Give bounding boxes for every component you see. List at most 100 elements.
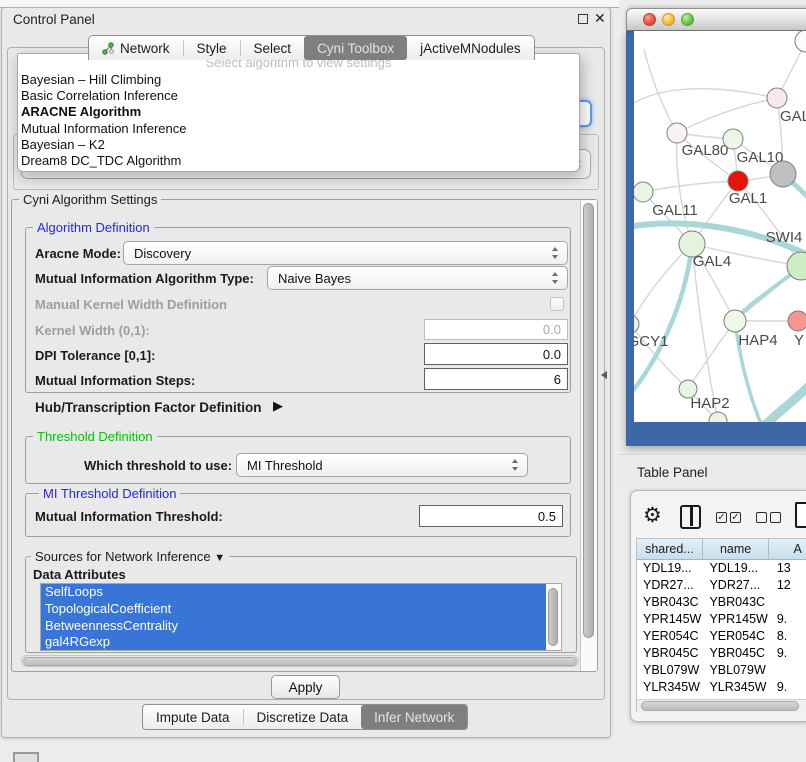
settings-hscrollbar-track[interactable] xyxy=(21,655,579,667)
data-attributes-list[interactable]: SelfLoops TopologicalCoefficient Between… xyxy=(40,583,562,651)
hub-expand-icon[interactable]: ▶ xyxy=(273,398,283,414)
network-node-GAL10[interactable] xyxy=(723,129,743,149)
table-column-header[interactable]: name xyxy=(703,539,770,560)
settings-hscrollbar-thumb[interactable] xyxy=(23,657,577,666)
dropdown-item[interactable]: Dream8 DC_TDC Algorithm xyxy=(18,153,579,169)
mi-steps-field[interactable]: 6 xyxy=(424,368,568,390)
table-cell: YPR145W xyxy=(637,611,703,628)
attribute-item[interactable]: BetweennessCentrality xyxy=(41,618,546,635)
network-node-label: HAP4 xyxy=(738,332,777,349)
network-node-HAP4[interactable] xyxy=(724,310,746,332)
apply-button[interactable]: Apply xyxy=(271,675,340,699)
table-cell: YLR345W xyxy=(637,679,703,696)
network-edge[interactable] xyxy=(688,321,735,389)
select-all-checked-icon[interactable]: ✓ xyxy=(716,512,727,523)
network-node-GAL80[interactable] xyxy=(667,123,687,143)
table-cell: 13 xyxy=(771,560,806,577)
table-row[interactable]: YBR045CYBR045C9. xyxy=(637,645,806,662)
zoom-traffic-light-icon[interactable] xyxy=(681,13,694,26)
deselect-all-icon[interactable] xyxy=(756,512,767,523)
tab-style[interactable]: Style xyxy=(184,36,240,60)
attribute-item[interactable]: SelfLoops xyxy=(41,584,546,601)
dropdown-item[interactable]: Basic Correlation Inference xyxy=(18,88,579,104)
sources-collapse-icon[interactable]: ▼ xyxy=(214,552,225,564)
network-node-Y[interactable] xyxy=(788,311,806,331)
table-row[interactable]: YBL079WYBL079W xyxy=(637,662,806,679)
threshold-definition-title: Threshold Definition xyxy=(33,429,157,444)
table-hscrollbar-thumb[interactable] xyxy=(641,701,799,711)
kernel-width-field[interactable]: 0.0 xyxy=(424,319,568,340)
minimize-traffic-light-icon[interactable] xyxy=(662,13,675,26)
tab-cyni-toolbox[interactable]: Cyni Toolbox xyxy=(304,36,407,60)
network-node-GAL[interactable] xyxy=(767,88,787,108)
aracne-mode-combo[interactable]: Discovery xyxy=(123,241,568,265)
document-icon[interactable] xyxy=(795,502,806,528)
table-row[interactable]: YDR27...YDR27...12 xyxy=(637,577,806,594)
table-hscrollbar-track[interactable] xyxy=(637,699,806,713)
hub-section-label[interactable]: Hub/Transcription Factor Definition xyxy=(35,400,262,415)
mi-threshold-field[interactable]: 0.5 xyxy=(419,505,563,527)
tab-network[interactable]: Network xyxy=(89,36,183,60)
network-node-GAL11[interactable] xyxy=(634,182,653,202)
deselect-all-icon[interactable] xyxy=(770,512,781,523)
network-edge[interactable] xyxy=(730,383,806,422)
network-graph[interactable]: GALGAL80GAL10GAL1GAL11GAL4SWI4GCY1HAP4YH… xyxy=(634,31,806,422)
dropdown-item[interactable]: Mutual Information Inference xyxy=(18,121,579,137)
table-cell xyxy=(771,594,806,611)
table-row[interactable]: YER054CYER054C8. xyxy=(637,628,806,645)
table-row[interactable]: YPR145WYPR145W9. xyxy=(637,611,806,628)
tab-discretize-data[interactable]: Discretize Data xyxy=(244,705,362,729)
data-attributes-label: Data Attributes xyxy=(33,567,126,582)
network-node-label: HAP2 xyxy=(690,395,729,412)
tab-select[interactable]: Select xyxy=(241,36,305,60)
gear-icon[interactable]: ⚙ xyxy=(643,503,662,528)
attribute-item[interactable]: TopologicalCoefficient xyxy=(41,601,546,618)
close-icon[interactable]: ✕ xyxy=(594,10,606,27)
attributes-scrollbar-thumb[interactable] xyxy=(548,588,558,646)
table-row[interactable]: YDL19...YDL19...13 xyxy=(637,560,806,577)
table-column-header[interactable]: shared... xyxy=(637,539,703,560)
tab-impute-data[interactable]: Impute Data xyxy=(143,705,243,729)
dpi-tolerance-field[interactable]: 0.0 xyxy=(424,343,568,365)
attribute-item[interactable]: gal4RGexp xyxy=(41,634,546,651)
dropdown-item-selected[interactable]: ARACNE Algorithm xyxy=(18,104,579,120)
table-column-header[interactable]: A xyxy=(769,539,806,560)
split-columns-icon[interactable] xyxy=(680,505,701,529)
sources-title-text: Sources for Network Inference xyxy=(35,549,211,564)
tab-infer-network[interactable]: Infer Network xyxy=(361,705,467,729)
table-cell: 12 xyxy=(771,577,806,594)
manual-kernel-checkbox[interactable] xyxy=(550,297,564,311)
table-row[interactable]: YLR345WYLR345W9. xyxy=(637,679,806,696)
combo-spinner-icon xyxy=(552,272,559,284)
table-cell: YBR045C xyxy=(637,645,703,662)
table-cell: YDR27... xyxy=(637,577,703,594)
network-edge[interactable] xyxy=(643,181,738,192)
tab-style-label: Style xyxy=(197,41,227,56)
which-threshold-label: Which threshold to use: xyxy=(84,458,232,473)
dropdown-item[interactable]: Bayesian – Hill Climbing xyxy=(18,72,579,88)
table-cell: YDL19... xyxy=(637,560,703,577)
mi-type-combo[interactable]: Naive Bayes xyxy=(267,266,568,290)
settings-scrollbar-thumb[interactable] xyxy=(583,203,594,638)
tab-jactivemnodules[interactable]: jActiveMNodules xyxy=(407,36,534,60)
float-window-icon[interactable] xyxy=(578,14,588,24)
network-node-GCY1[interactable] xyxy=(634,315,639,333)
network-edge[interactable] xyxy=(634,244,692,399)
network-node[interactable] xyxy=(709,412,727,422)
network-node-GAL1[interactable] xyxy=(728,171,748,191)
network-edge[interactable] xyxy=(677,98,777,133)
table-panel-title: Table Panel xyxy=(637,465,708,480)
pane-divider-handle-icon[interactable] xyxy=(601,371,607,379)
table-row[interactable]: YBR043CYBR043C xyxy=(637,594,806,611)
minimized-panel-icon[interactable] xyxy=(13,752,39,762)
network-canvas[interactable]: GALGAL80GAL10GAL1GAL11GAL4SWI4GCY1HAP4YH… xyxy=(634,31,806,422)
combo-spinner-icon xyxy=(552,247,559,259)
close-traffic-light-icon[interactable] xyxy=(643,13,656,26)
network-node[interactable] xyxy=(795,31,806,52)
network-node[interactable] xyxy=(770,161,796,187)
dropdown-item[interactable]: Bayesian – K2 xyxy=(18,137,579,153)
select-all-checked-icon[interactable]: ✓ xyxy=(730,512,741,523)
tab-impute-data-label: Impute Data xyxy=(156,710,230,725)
mi-steps-label: Mutual Information Steps: xyxy=(35,373,195,388)
which-threshold-combo[interactable]: MI Threshold xyxy=(236,453,528,477)
